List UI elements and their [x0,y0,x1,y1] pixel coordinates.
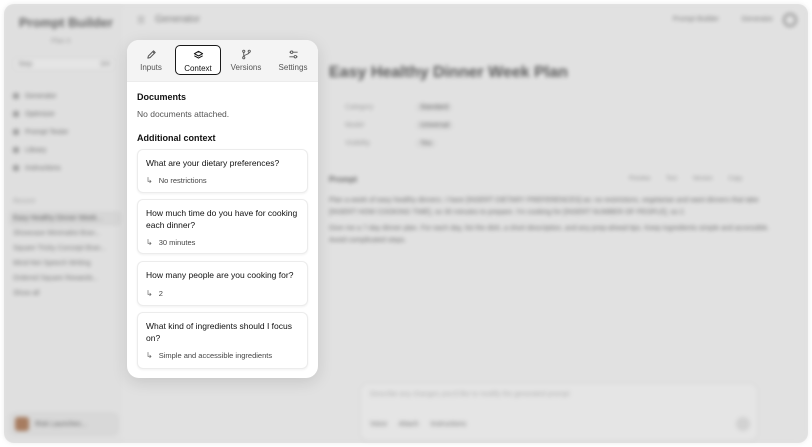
recent-label: Recent [13,198,36,205]
context-answer: ↳ 2 [146,289,163,298]
recent-item[interactable]: Ordered Square Rewards... [9,271,121,286]
reply-arrow-icon: ↳ [146,351,153,360]
sidebar: Prompt Builder Plan it Step 3/4 Generato… [5,5,123,442]
generator-link[interactable]: Generator [741,16,773,23]
main-content: Easy Healthy Dinner Week Plan Category St… [323,35,807,442]
sliders-icon [288,50,298,59]
tab-context-label: Context [184,64,212,73]
tab-inputs[interactable]: Inputs [128,45,174,75]
prompt-toolbar[interactable]: Preview Test Version Copy [629,176,742,182]
app-title: Prompt Builder [19,15,113,30]
library-icon [13,147,19,153]
tester-icon [13,129,19,135]
context-question: How much time do you have for cooking ea… [146,208,298,230]
meta-list: Category Standard Model Universal Visibili… [329,98,529,152]
context-question: What kind of ingredients should I focus … [146,321,292,343]
reply-arrow-icon: ↳ [146,176,153,185]
menu-icon[interactable]: ☰ [137,15,145,26]
sidebar-item-library[interactable]: Library [13,141,117,159]
sidebar-nav: Generator Optimizer Prompt Tester Librar… [13,87,117,177]
tab-settings-label: Settings [278,63,308,72]
gear-icon[interactable] [783,13,797,27]
tab-versions-label: Versions [230,63,262,72]
branch-icon [241,49,251,60]
sidebar-item-prompt-tester[interactable]: Prompt Tester [13,123,117,141]
plan-title: Easy Healthy Dinner Week Plan [329,64,568,81]
tab-versions[interactable]: Versions [223,45,269,75]
context-question-card[interactable]: How much time do you have for cooking ea… [137,199,308,254]
prompt-builder-link[interactable]: Prompt Builder [673,16,719,23]
show-all-link[interactable]: Show all [9,286,121,301]
context-question-card[interactable]: How many people are you cooking for? ↳ 2 [137,261,308,306]
app-subtitle: Plan it [51,38,71,45]
sidebar-item-generator[interactable]: Generator [13,87,117,105]
generator-icon [13,93,19,99]
meta-row: Category Standard [329,98,529,116]
tab-settings[interactable]: Settings [270,45,316,75]
sidebar-item-instructions[interactable]: Instructions [13,159,117,177]
context-popover: Inputs Context Versions Settings Documen… [127,40,318,378]
context-question-card[interactable]: What kind of ingredients should I focus … [137,312,308,369]
page-title: Generator [155,14,201,25]
composer-tools[interactable]: Voice Attach Instructions [370,421,466,428]
send-button[interactable] [736,417,750,431]
documents-empty-text: No documents attached. [137,109,230,119]
pencil-icon [146,50,156,59]
topbar: ☰ Generator Prompt Builder Generator [123,5,807,35]
user-menu[interactable]: Risk Launches... [9,412,119,436]
optimizer-icon [13,111,19,117]
additional-context-heading: Additional context [137,133,216,143]
context-question: How many people are you cooking for? [146,270,294,280]
popover-tabbar: Inputs Context Versions Settings [127,40,318,82]
avatar [15,417,29,431]
prompt-card: Prompt Preview Test Version Copy Plan a … [323,167,803,267]
recent-item[interactable]: Mind-Net Speech Writing [9,256,121,271]
instructions-icon [13,165,19,171]
context-question: What are your dietary preferences? [146,158,280,168]
recent-item[interactable]: Easy Healthy Dinner Week... [9,211,121,226]
user-name: Risk Launches... [35,420,87,428]
tab-inputs-label: Inputs [140,63,162,72]
recent-item[interactable]: Showcase Minimalist Bran... [9,226,121,241]
prompt-label: Prompt [329,175,357,184]
layers-icon [193,50,203,59]
recent-item[interactable]: Square Tricky Concept Bran... [9,241,121,256]
context-question-card[interactable]: What are your dietary preferences? ↳ No … [137,149,308,193]
step-select[interactable]: Step 3/4 [13,57,115,71]
tab-context[interactable]: Context [175,45,221,75]
reply-arrow-icon: ↳ [146,289,153,298]
composer[interactable]: Describe any changes you'd like to modif… [359,382,759,442]
sidebar-item-optimizer[interactable]: Optimizer [13,105,117,123]
context-answer: ↳ 30 minutes [146,238,196,247]
reply-arrow-icon: ↳ [146,238,153,247]
meta-row: Model Universal [329,116,529,134]
background-app: Prompt Builder Plan it Step 3/4 Generato… [4,4,808,443]
context-panel: Documents No documents attached. Additio… [137,91,308,144]
prompt-text: Plan a week of easy healthy dinners. I h… [329,197,770,244]
meta-row: Visibility You [329,134,529,152]
documents-heading: Documents [137,92,187,102]
context-answer: ↳ No restrictions [146,176,207,185]
context-answer: ↳ Simple and accessible ingredients [146,351,273,360]
recent-list: Easy Healthy Dinner Week... Showcase Min… [9,211,121,301]
composer-input[interactable]: Describe any changes you'd like to modif… [370,391,569,398]
